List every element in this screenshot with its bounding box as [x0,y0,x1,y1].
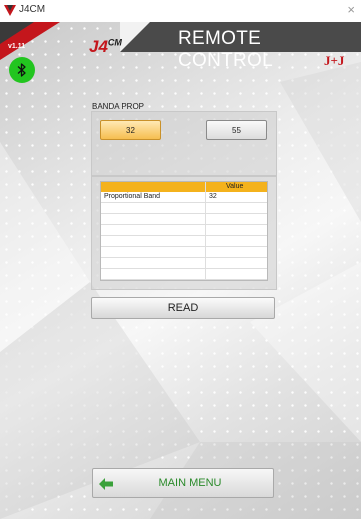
table-cell-value: 32 [209,193,217,200]
table-row [101,236,267,247]
close-icon[interactable]: × [347,2,355,17]
window-title: J4CM [19,4,46,15]
app-icon [4,5,16,16]
table-row [101,247,267,258]
read-button[interactable]: READ [91,297,275,319]
table-cell-name: Proportional Band [104,193,161,200]
header: REMOTE CONTROL v1.11 J4CM J+J [0,22,361,71]
back-arrow-icon [99,478,113,490]
banda-55-button[interactable]: 55 [206,120,267,140]
table-row [101,269,267,280]
bluetooth-button[interactable] [9,57,35,83]
banda-32-button[interactable]: 32 [100,120,161,140]
main-menu-button[interactable]: MAIN MENU [92,468,274,498]
table-header: Value [101,182,267,192]
table-row [101,258,267,269]
banda-prop-label: BANDA PROP [92,102,145,111]
table-row [101,214,267,225]
table-row [101,203,267,214]
table-row[interactable]: Proportional Band 32 [101,192,267,203]
table-row [101,225,267,236]
values-table: Value Proportional Band 32 [100,181,268,281]
window-titlebar: J4CM × [0,0,361,23]
j4cm-logo: J4CM [89,37,122,56]
column-separator [205,182,206,280]
bluetooth-icon [17,63,26,77]
version-label: v1.11 [8,43,26,50]
column-header-value: Value [226,183,244,190]
main-menu-label: MAIN MENU [158,477,222,489]
jj-brand-logo: J+J [324,53,345,68]
